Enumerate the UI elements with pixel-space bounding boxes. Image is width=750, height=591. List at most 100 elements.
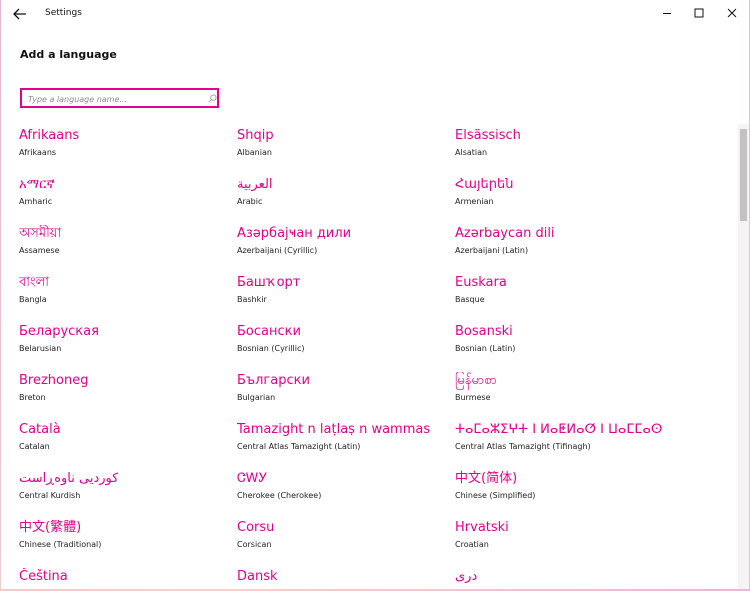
language-item-catalan[interactable]: Català Catalan: [19, 421, 229, 461]
title-bar: Settings: [1, 0, 749, 27]
language-item-cherokee[interactable]: ᏣᎳᎩ Cherokee (Cherokee): [237, 470, 447, 510]
language-item-basque[interactable]: Euskara Basque: [455, 274, 665, 314]
language-english-name: Arabic: [237, 197, 263, 206]
language-english-name: Croatian: [455, 540, 489, 549]
language-english-name: Central Atlas Tamazight (Latin): [237, 442, 361, 451]
language-english-name: Alsatian: [455, 148, 488, 157]
language-item-chinese-traditional[interactable]: 中文(繁體) Chinese (Traditional): [19, 519, 229, 559]
language-item-albanian[interactable]: Shqip Albanian: [237, 127, 447, 167]
language-native-name: Čeština: [19, 569, 68, 584]
back-button[interactable]: [12, 6, 28, 20]
language-item-tamazight-latin[interactable]: Tamazight n laṭlaṣ n wammas Central Atla…: [237, 421, 447, 461]
language-english-name: Breton: [19, 393, 46, 402]
language-english-name: Albanian: [237, 148, 272, 157]
language-native-name: ⵜⴰⵎⴰⵣⵉⵖⵜ ⵏ ⵍⴰⵟⵍⴰⵚ ⵏ ⵡⴰⵎⵎⴰⵙ: [455, 422, 663, 437]
language-item-tamazight-tifinagh[interactable]: ⵜⴰⵎⴰⵣⵉⵖⵜ ⵏ ⵍⴰⵟⵍⴰⵚ ⵏ ⵡⴰⵎⵎⴰⵙ Central Atlas…: [455, 421, 665, 461]
language-english-name: Amharic: [19, 197, 53, 206]
language-item-central-kurdish[interactable]: کوردیی ناوەڕاست Central Kurdish: [19, 470, 229, 510]
language-native-name: Euskara: [455, 275, 507, 290]
language-native-name: Brezhoneg: [19, 373, 89, 388]
search-box[interactable]: [20, 88, 219, 108]
language-native-name: دری: [455, 569, 478, 584]
language-native-name: Azərbaycan dili: [455, 226, 555, 241]
language-native-name: Shqip: [237, 128, 274, 143]
language-english-name: Chinese (Simplified): [455, 491, 536, 500]
language-english-name: Azerbaijani (Cyrillic): [237, 246, 318, 255]
language-item-bosnian-cyrillic[interactable]: Босански Bosnian (Cyrillic): [237, 323, 447, 363]
language-native-name: Hrvatski: [455, 520, 509, 535]
language-native-name: Беларуская: [19, 324, 99, 339]
language-item-croatian[interactable]: Hrvatski Croatian: [455, 519, 665, 559]
language-english-name: Afrikaans: [19, 148, 57, 157]
language-english-name: Bashkir: [237, 295, 267, 304]
close-button[interactable]: [725, 5, 739, 19]
language-native-name: Հայերեն: [455, 177, 514, 192]
back-arrow-icon: [13, 8, 26, 20]
language-item-breton[interactable]: Brezhoneg Breton: [19, 372, 229, 412]
app-title: Settings: [45, 8, 82, 18]
search-input[interactable]: [28, 92, 198, 106]
close-icon: [727, 8, 737, 18]
language-native-name: Corsu: [237, 520, 275, 535]
language-english-name: Burmese: [455, 393, 491, 402]
language-native-name: မြန်မာစာ: [455, 373, 497, 388]
language-english-name: Assamese: [19, 246, 60, 255]
language-english-name: Chinese (Traditional): [19, 540, 102, 549]
language-item-corsican[interactable]: Corsu Corsican: [237, 519, 447, 559]
language-list: Afrikaans Afrikaans Shqip Albanian Elsäs…: [1, 124, 739, 589]
language-item-chinese-simplified[interactable]: 中文(简体) Chinese (Simplified): [455, 470, 665, 510]
language-english-name: Central Atlas Tamazight (Tifinagh): [455, 442, 591, 451]
language-item-azerbaijani-latin[interactable]: Azərbaycan dili Azerbaijani (Latin): [455, 225, 665, 265]
language-english-name: Basque: [455, 295, 485, 304]
language-item-azerbaijani-cyrillic[interactable]: Азәрбајҹан дили Azerbaijani (Cyrillic): [237, 225, 447, 265]
language-native-name: کوردیی ناوەڕاست: [19, 471, 119, 486]
language-native-name: Dansk: [237, 569, 278, 584]
language-item-afrikaans[interactable]: Afrikaans Afrikaans: [19, 127, 229, 167]
language-native-name: Català: [19, 422, 61, 437]
language-item-bangla[interactable]: বাংলা Bangla: [19, 274, 229, 314]
language-english-name: Central Kurdish: [19, 491, 81, 500]
language-native-name: ᏣᎳᎩ: [237, 471, 268, 486]
language-item-alsatian[interactable]: Elsässisch Alsatian: [455, 127, 665, 167]
language-item-armenian[interactable]: Հայերեն Armenian: [455, 176, 665, 216]
language-english-name: Armenian: [455, 197, 494, 206]
vertical-scrollbar[interactable]: [738, 124, 749, 589]
maximize-button[interactable]: [692, 5, 706, 19]
language-item-dari[interactable]: دری: [455, 568, 665, 589]
language-item-assamese[interactable]: অসমীয়া Assamese: [19, 225, 229, 265]
language-item-czech[interactable]: Čeština: [19, 568, 229, 589]
language-item-bulgarian[interactable]: Български Bulgarian: [237, 372, 447, 412]
language-native-name: Башҡорт: [237, 275, 301, 290]
language-english-name: Cherokee (Cherokee): [237, 491, 322, 500]
language-english-name: Bosnian (Latin): [455, 344, 516, 353]
language-english-name: Catalan: [19, 442, 50, 451]
language-english-name: Azerbaijani (Latin): [455, 246, 529, 255]
minimize-icon: [663, 13, 671, 14]
language-english-name: Belarusian: [19, 344, 62, 353]
language-item-bashkir[interactable]: Башҡорт Bashkir: [237, 274, 447, 314]
minimize-button[interactable]: [660, 5, 674, 19]
language-native-name: Босански: [237, 324, 301, 339]
maximize-icon: [694, 8, 704, 18]
language-item-amharic[interactable]: አማርኛ Amharic: [19, 176, 229, 216]
scroll-thumb[interactable]: [740, 129, 747, 221]
language-item-belarusian[interactable]: Беларуская Belarusian: [19, 323, 229, 363]
settings-window: Settings Add a language Afrikaans Afri: [1, 0, 750, 589]
language-native-name: অসমীয়া: [19, 226, 62, 241]
language-item-danish[interactable]: Dansk: [237, 568, 447, 589]
language-native-name: አማርኛ: [19, 177, 55, 192]
language-native-name: 中文(繁體): [19, 520, 82, 535]
search-icon[interactable]: [208, 94, 217, 103]
language-item-burmese[interactable]: မြန်မာစာ Burmese: [455, 372, 665, 412]
language-native-name: العربية: [237, 177, 273, 192]
page-title: Add a language: [20, 48, 117, 61]
language-english-name: Bulgarian: [237, 393, 276, 402]
language-item-arabic[interactable]: العربية Arabic: [237, 176, 447, 216]
language-english-name: Bosnian (Cyrillic): [237, 344, 305, 353]
language-english-name: Corsican: [237, 540, 272, 549]
language-item-bosnian-latin[interactable]: Bosanski Bosnian (Latin): [455, 323, 665, 363]
language-native-name: 中文(简体): [455, 471, 518, 486]
language-native-name: Tamazight n laṭlaṣ n wammas: [237, 422, 431, 437]
language-native-name: Български: [237, 373, 310, 388]
language-native-name: Азәрбајҹан дили: [237, 226, 352, 241]
